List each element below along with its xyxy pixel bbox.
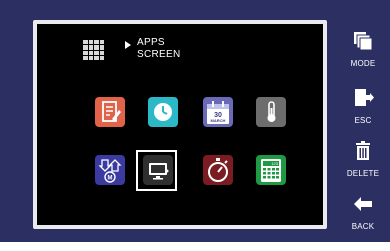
delete-button[interactable]: DELETE — [343, 140, 383, 178]
screen-title-line1: APPS — [137, 37, 165, 48]
calculator-display: 123 — [271, 161, 278, 166]
back-label: BACK — [351, 222, 375, 231]
screen-title: APPS SCREEN — [137, 37, 180, 61]
calendar-icon: 30 MARCH — [207, 101, 229, 124]
device-panel: APPS SCREEN 30 MARCH M 123 MODE ESC DELE… — [0, 0, 390, 242]
esc-label: ESC — [354, 116, 372, 125]
screen-title-line2: SCREEN — [137, 49, 181, 60]
bottom-strip — [0, 242, 390, 251]
calculator-icon: 123 — [261, 159, 281, 182]
apps-grid-icon — [83, 40, 104, 60]
app-calculator[interactable]: 123 — [256, 155, 286, 185]
app-temperature[interactable] — [256, 97, 286, 127]
app-stopwatch[interactable] — [203, 155, 233, 185]
stopwatch-icon — [208, 158, 228, 182]
trash-icon — [356, 141, 370, 160]
svg-text:M: M — [108, 176, 113, 182]
calendar-month: MARCH — [211, 118, 226, 123]
delete-label: DELETE — [346, 169, 380, 178]
selection-highlight — [136, 150, 177, 191]
back-button[interactable]: BACK — [343, 193, 383, 231]
app-clock[interactable] — [148, 97, 178, 127]
motor-icon: M — [98, 159, 122, 183]
title-arrow-icon — [125, 41, 131, 49]
apps-screen: APPS SCREEN 30 MARCH M 123 — [33, 20, 327, 229]
app-report[interactable] — [95, 97, 125, 127]
exit-icon — [355, 89, 374, 106]
app-calendar[interactable]: 30 MARCH — [203, 97, 233, 127]
mode-button[interactable]: MODE — [343, 30, 383, 68]
mode-label: MODE — [350, 59, 376, 68]
document-edit-icon — [102, 101, 121, 122]
clock-icon — [154, 103, 172, 121]
mode-icon — [354, 32, 373, 51]
thermometer-icon — [267, 101, 276, 122]
esc-button[interactable]: ESC — [343, 87, 383, 125]
app-motor[interactable]: M — [95, 155, 125, 185]
back-arrow-icon — [354, 197, 372, 211]
